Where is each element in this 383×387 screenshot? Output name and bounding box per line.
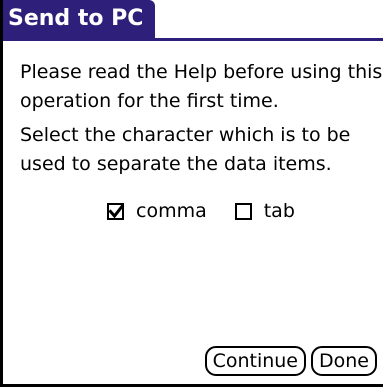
title-bar: Send to PC bbox=[3, 0, 155, 41]
dialog-title: Send to PC bbox=[8, 6, 144, 31]
instruction-text: Select the character which is to be used… bbox=[20, 124, 351, 175]
help-message: Please read the Help before using this o… bbox=[20, 61, 383, 112]
option-tab-label: tab bbox=[263, 200, 295, 222]
continue-button[interactable]: Continue bbox=[204, 346, 306, 376]
option-tab[interactable]: tab bbox=[234, 200, 295, 222]
send-to-pc-dialog: Send to PC Please read the Help before u… bbox=[0, 0, 383, 387]
checkbox-checked-icon[interactable] bbox=[107, 202, 124, 220]
option-comma[interactable]: comma bbox=[107, 200, 207, 222]
done-button[interactable]: Done bbox=[311, 346, 377, 376]
button-row: Continue Done bbox=[204, 346, 377, 376]
separator-options: comma tab bbox=[107, 198, 295, 224]
option-comma-label: comma bbox=[136, 200, 207, 222]
checkbox-unchecked-icon[interactable] bbox=[234, 202, 252, 220]
